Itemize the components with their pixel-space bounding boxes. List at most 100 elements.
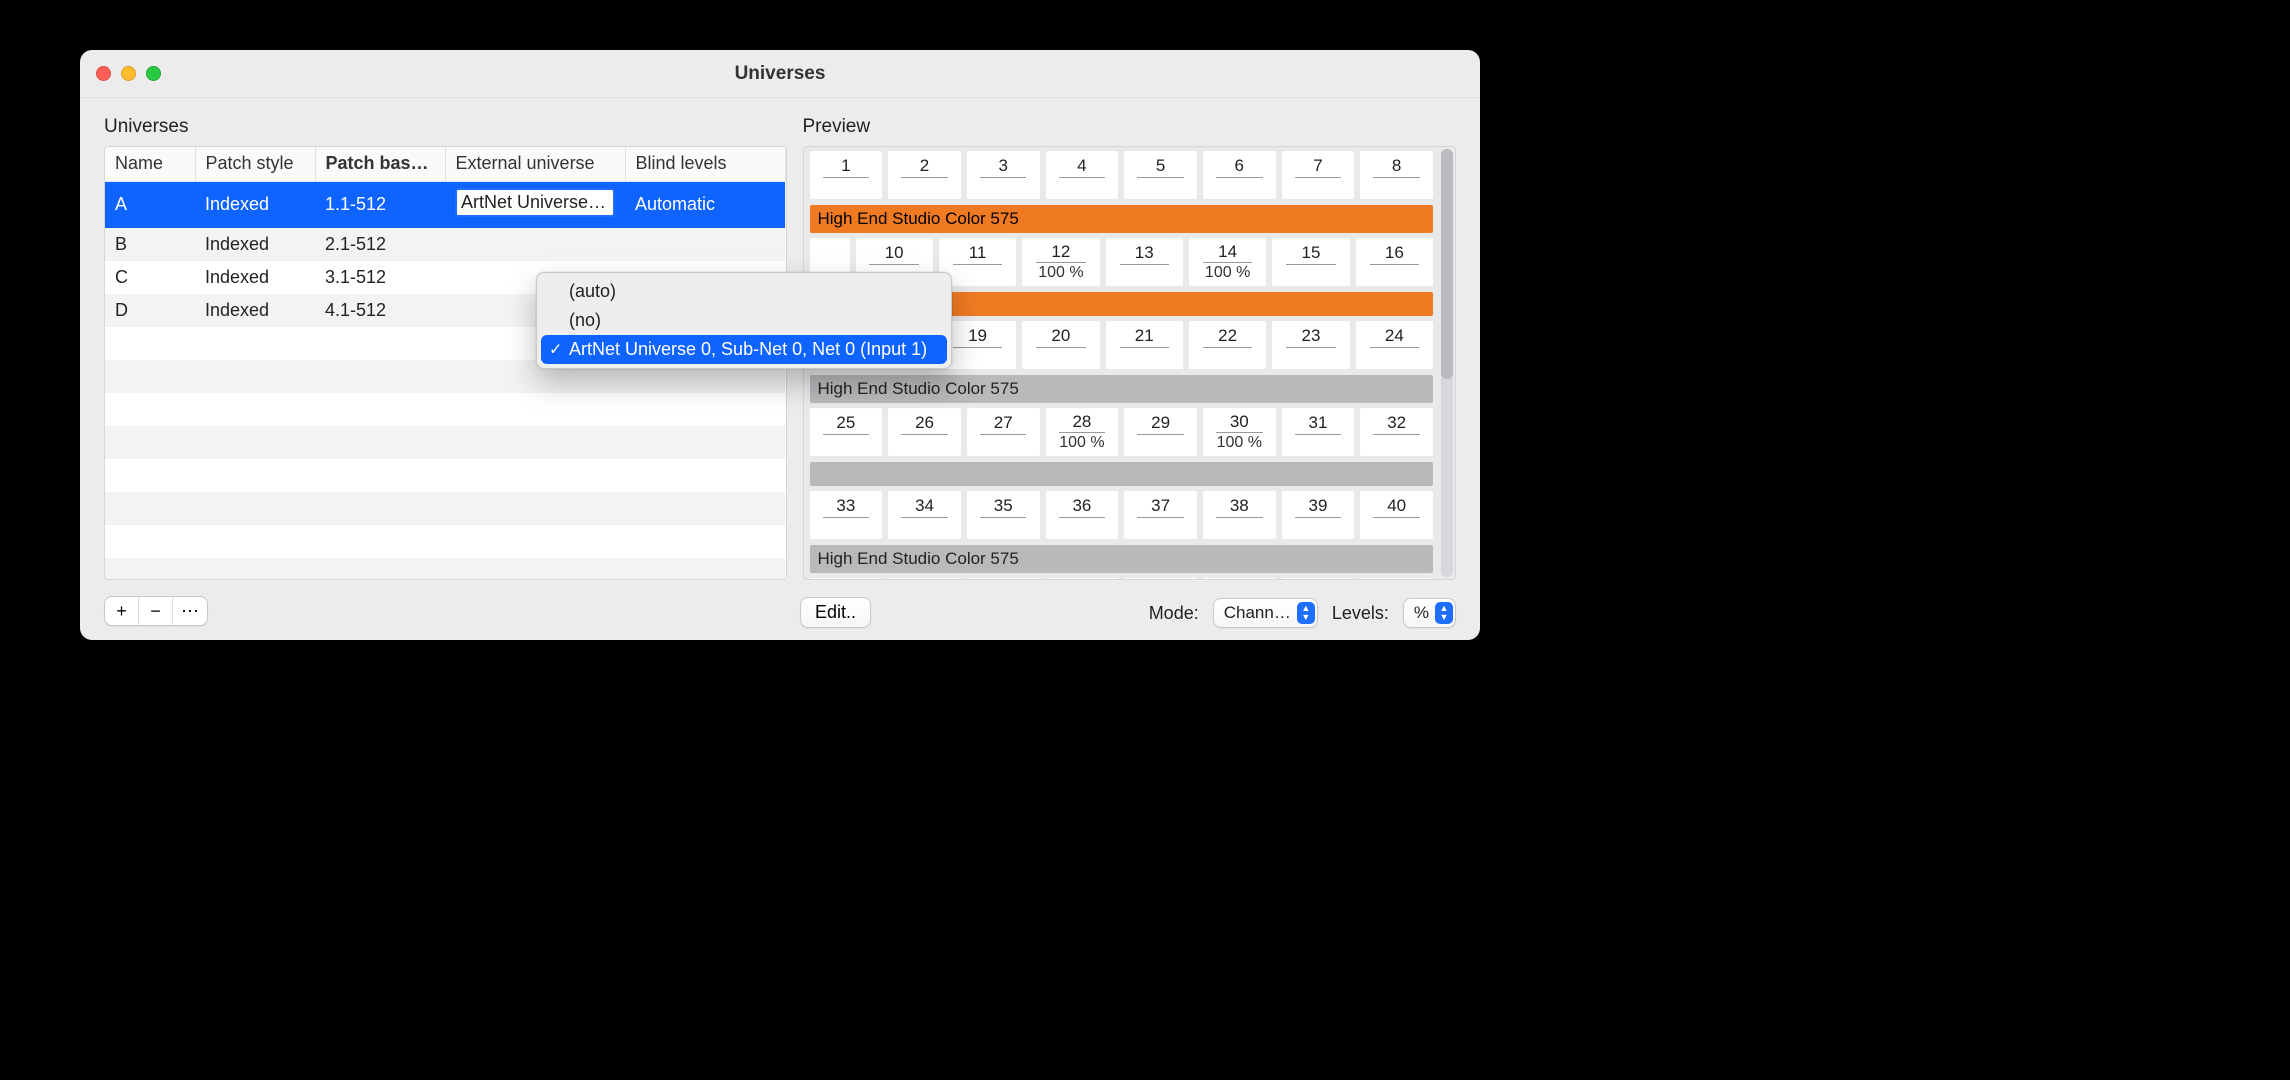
channel-cell[interactable]: 21 [1106,321,1183,369]
add-button[interactable]: + [105,597,139,625]
cell-ext[interactable]: ArtNet Universe 0,.. [445,181,625,228]
external-universe-menu[interactable]: ✓(auto)✓(no)✓ArtNet Universe 0, Sub-Net … [536,272,952,369]
table-row[interactable]: BIndexed2.1-512 [105,228,785,261]
remove-button[interactable]: − [139,597,173,625]
channel-cell[interactable]: 27 [967,408,1040,456]
channel-cell[interactable]: 39 [1282,491,1355,539]
channel-cell[interactable]: 20 [1022,321,1099,369]
channel-cell[interactable]: 40 [1360,491,1433,539]
channel-cell[interactable]: 34 [888,491,961,539]
channel-cell[interactable]: 8 [1360,151,1433,199]
channel-cell[interactable]: 47 [1282,578,1355,579]
channel-cell[interactable]: 38 [1203,491,1276,539]
cell-blind[interactable] [625,228,785,261]
channel-number: 16 [1370,243,1420,264]
fixture-bar-continuation[interactable] [810,462,1434,486]
channel-cell[interactable]: 4 [1046,151,1119,199]
channel-cell[interactable]: 12100 % [1022,238,1099,286]
cell-style[interactable]: Indexed [195,261,315,294]
channel-value: 100 % [1217,433,1262,454]
channel-cell[interactable]: 3 [967,151,1040,199]
channel-cell[interactable]: 6 [1203,151,1276,199]
channel-cell[interactable]: 24 [1356,321,1433,369]
channel-cell[interactable]: 48 [1360,578,1433,579]
channel-cell[interactable]: 37 [1124,491,1197,539]
channel-cell[interactable]: 43 [967,578,1040,579]
channel-cell[interactable]: 25 [810,408,883,456]
channel-cell[interactable]: 30100 % [1203,408,1276,456]
levels-select[interactable]: % ▲▼ [1403,598,1456,628]
col-external-universe[interactable]: External universe [445,147,625,181]
channel-cell[interactable]: 26 [888,408,961,456]
channel-cell[interactable]: 16 [1356,238,1433,286]
channel-number: 38 [1216,496,1263,517]
channel-number: 20 [1036,326,1086,347]
cell-style[interactable]: Indexed [195,181,315,228]
table-row-empty [105,525,785,558]
cell-name[interactable]: D [105,294,195,327]
levels-value: % [1414,603,1429,623]
col-name[interactable]: Name [105,147,195,181]
channel-cell[interactable]: 44 [1046,578,1119,579]
channel-cell[interactable]: 14100 % [1189,238,1266,286]
channel-cell[interactable]: 5 [1124,151,1197,199]
channel-cell[interactable]: 2 [888,151,961,199]
cell-style[interactable]: Indexed [195,228,315,261]
segmented-control: + − ⋯ [104,596,208,626]
col-patch-style[interactable]: Patch style [195,147,315,181]
cell-style[interactable]: Indexed [195,294,315,327]
actions-button[interactable]: ⋯ [173,597,207,625]
table-header-row: Name Patch style Patch base ⌃ External u… [105,147,785,181]
channel-cell[interactable]: 22 [1189,321,1266,369]
channel-cell[interactable]: 45 [1124,578,1197,579]
mode-label: Mode: [1149,603,1199,624]
menu-item[interactable]: ✓(no) [541,306,947,335]
cell-base[interactable]: 1.1-512 [315,181,445,228]
cell-base[interactable]: 3.1-512 [315,261,445,294]
channel-cell[interactable]: 46 [1203,578,1276,579]
channel-cell[interactable]: 31 [1282,408,1355,456]
table-row[interactable]: AIndexed1.1-512 ArtNet Universe 0,.. Autom… [105,181,785,228]
channel-cell[interactable]: 35 [967,491,1040,539]
mode-select[interactable]: Chann… ▲▼ [1213,598,1318,628]
channel-number: 28 [1059,412,1106,433]
channel-cell[interactable]: 23 [1272,321,1349,369]
channel-number: 40 [1373,496,1420,517]
channel-cell[interactable]: 29 [1124,408,1197,456]
menu-item[interactable]: ✓(auto) [541,277,947,306]
cell-name[interactable]: C [105,261,195,294]
channel-cell[interactable]: 32 [1360,408,1433,456]
cell-blind[interactable]: Automatic [625,181,785,228]
channel-cell[interactable]: 41 [810,578,883,579]
menu-item[interactable]: ✓ArtNet Universe 0, Sub-Net 0, Net 0 (In… [541,335,947,364]
channel-cell[interactable]: 1 [810,151,883,199]
preview-scrollbar[interactable] [1441,149,1453,577]
fixture-bar[interactable]: High End Studio Color 575 [810,375,1434,403]
menu-item-label: (no) [569,310,601,331]
minimize-icon[interactable] [121,66,136,81]
channel-cell[interactable]: 7 [1282,151,1355,199]
channel-cell[interactable]: 13 [1106,238,1183,286]
channel-cell[interactable]: 33 [810,491,883,539]
fixture-bar[interactable]: High End Studio Color 575 [810,205,1434,233]
close-icon[interactable] [96,66,111,81]
channel-number: 11 [953,243,1003,264]
external-universe-field[interactable]: ArtNet Universe 0,.. [455,188,615,217]
channel-cell[interactable]: 36 [1046,491,1119,539]
col-patch-base[interactable]: Patch base ⌃ [315,147,445,181]
channel-number: 2 [901,156,948,177]
cell-name[interactable]: B [105,228,195,261]
stepper-icon: ▲▼ [1435,602,1453,624]
channel-cell[interactable]: 15 [1272,238,1349,286]
zoom-icon[interactable] [146,66,161,81]
channel-cell[interactable]: 42 [888,578,961,579]
scrollbar-thumb[interactable] [1441,149,1453,379]
cell-base[interactable]: 4.1-512 [315,294,445,327]
cell-name[interactable]: A [105,181,195,228]
channel-cell[interactable]: 28100 % [1046,408,1119,456]
fixture-bar[interactable]: High End Studio Color 575 [810,545,1434,573]
col-blind-levels[interactable]: Blind levels [625,147,785,181]
cell-base[interactable]: 2.1-512 [315,228,445,261]
edit-button[interactable]: Edit.. [800,597,871,628]
cell-ext[interactable] [445,228,625,261]
